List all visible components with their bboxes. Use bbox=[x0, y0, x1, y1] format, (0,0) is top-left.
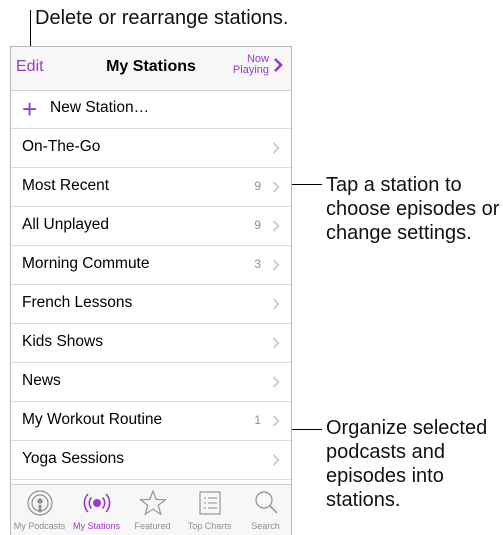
station-label: All Unplayed bbox=[22, 216, 110, 233]
search-icon bbox=[254, 491, 277, 514]
callout-organize-line2: podcasts and bbox=[326, 441, 445, 463]
station-label: News bbox=[22, 372, 61, 389]
chevron-right-icon bbox=[272, 142, 280, 154]
episode-count-badge: 3 bbox=[254, 257, 261, 271]
chevron-right-icon bbox=[272, 220, 280, 232]
new-station-row[interactable]: + New Station… bbox=[11, 90, 291, 129]
chevron-right-icon bbox=[272, 415, 280, 427]
tab-bar: My Podcasts My Stations Featured Top Cha… bbox=[11, 484, 291, 535]
broadcast-icon bbox=[83, 493, 110, 513]
chevron-right-icon bbox=[272, 337, 280, 349]
callout-station-line3: change settings. bbox=[326, 222, 472, 244]
callout-station-line2: choose episodes or bbox=[326, 198, 500, 220]
navigation-bar: Edit My Stations Now Playing bbox=[11, 47, 291, 91]
station-row[interactable]: Morning Commute 3 bbox=[11, 246, 291, 285]
tab-top-charts[interactable]: Top Charts bbox=[181, 485, 238, 535]
now-playing-line2: Playing bbox=[232, 64, 269, 76]
station-row[interactable]: News bbox=[11, 363, 291, 402]
station-label: French Lessons bbox=[22, 294, 133, 311]
station-label: Most Recent bbox=[22, 177, 110, 194]
new-station-label: New Station… bbox=[50, 99, 150, 116]
chevron-right-icon bbox=[272, 376, 280, 388]
station-label: Kids Shows bbox=[22, 333, 103, 350]
podcast-icon bbox=[26, 490, 53, 516]
callout-organize: Organize selected podcasts and episodes … bbox=[326, 416, 487, 512]
list-icon bbox=[198, 491, 221, 515]
station-row[interactable]: Yoga Sessions bbox=[11, 441, 291, 480]
tab-label: My Podcasts bbox=[13, 521, 66, 531]
callout-station-line1: Tap a station to bbox=[326, 174, 462, 196]
now-playing-label: Now Playing bbox=[233, 54, 269, 76]
episode-count-badge: 9 bbox=[254, 179, 261, 193]
episode-count-badge: 1 bbox=[254, 413, 261, 427]
chevron-right-icon bbox=[272, 181, 280, 193]
tab-label: Search bbox=[251, 521, 280, 531]
phone-screen: Edit My Stations Now Playing + New Stati… bbox=[10, 46, 292, 535]
episode-count-badge: 9 bbox=[254, 218, 261, 232]
chevron-right-icon bbox=[272, 454, 280, 466]
chevron-right-icon bbox=[274, 58, 283, 72]
station-row[interactable]: French Lessons bbox=[11, 285, 291, 324]
station-row[interactable]: On-The-Go bbox=[11, 129, 291, 168]
plus-icon: + bbox=[22, 94, 38, 124]
callout-edit: Delete or rearrange stations. bbox=[35, 7, 289, 29]
tab-label: Featured bbox=[134, 521, 171, 531]
station-row[interactable]: Most Recent 9 bbox=[11, 168, 291, 207]
chevron-right-icon bbox=[272, 259, 280, 271]
callout-station: Tap a station to choose episodes or chan… bbox=[326, 173, 499, 245]
station-row[interactable]: All Unplayed 9 bbox=[11, 207, 291, 246]
callout-organize-line4: stations. bbox=[326, 489, 401, 511]
station-row[interactable]: Kids Shows bbox=[11, 324, 291, 363]
station-label: My Workout Routine bbox=[22, 411, 163, 428]
station-row[interactable]: My Workout Routine 1 bbox=[11, 402, 291, 441]
station-label: Morning Commute bbox=[22, 255, 150, 272]
now-playing-button[interactable]: Now Playing bbox=[233, 54, 284, 76]
station-label: Yoga Sessions bbox=[22, 450, 124, 467]
tab-my-stations[interactable]: My Stations bbox=[68, 485, 125, 535]
star-icon bbox=[138, 489, 167, 516]
tab-my-podcasts[interactable]: My Podcasts bbox=[11, 485, 68, 535]
callout-organize-line3: episodes into bbox=[326, 465, 444, 487]
tab-search[interactable]: Search bbox=[237, 485, 291, 535]
chevron-right-icon bbox=[272, 298, 280, 310]
callout-organize-line1: Organize selected bbox=[326, 417, 488, 439]
station-label: On-The-Go bbox=[22, 138, 101, 155]
tab-featured[interactable]: Featured bbox=[124, 485, 181, 535]
